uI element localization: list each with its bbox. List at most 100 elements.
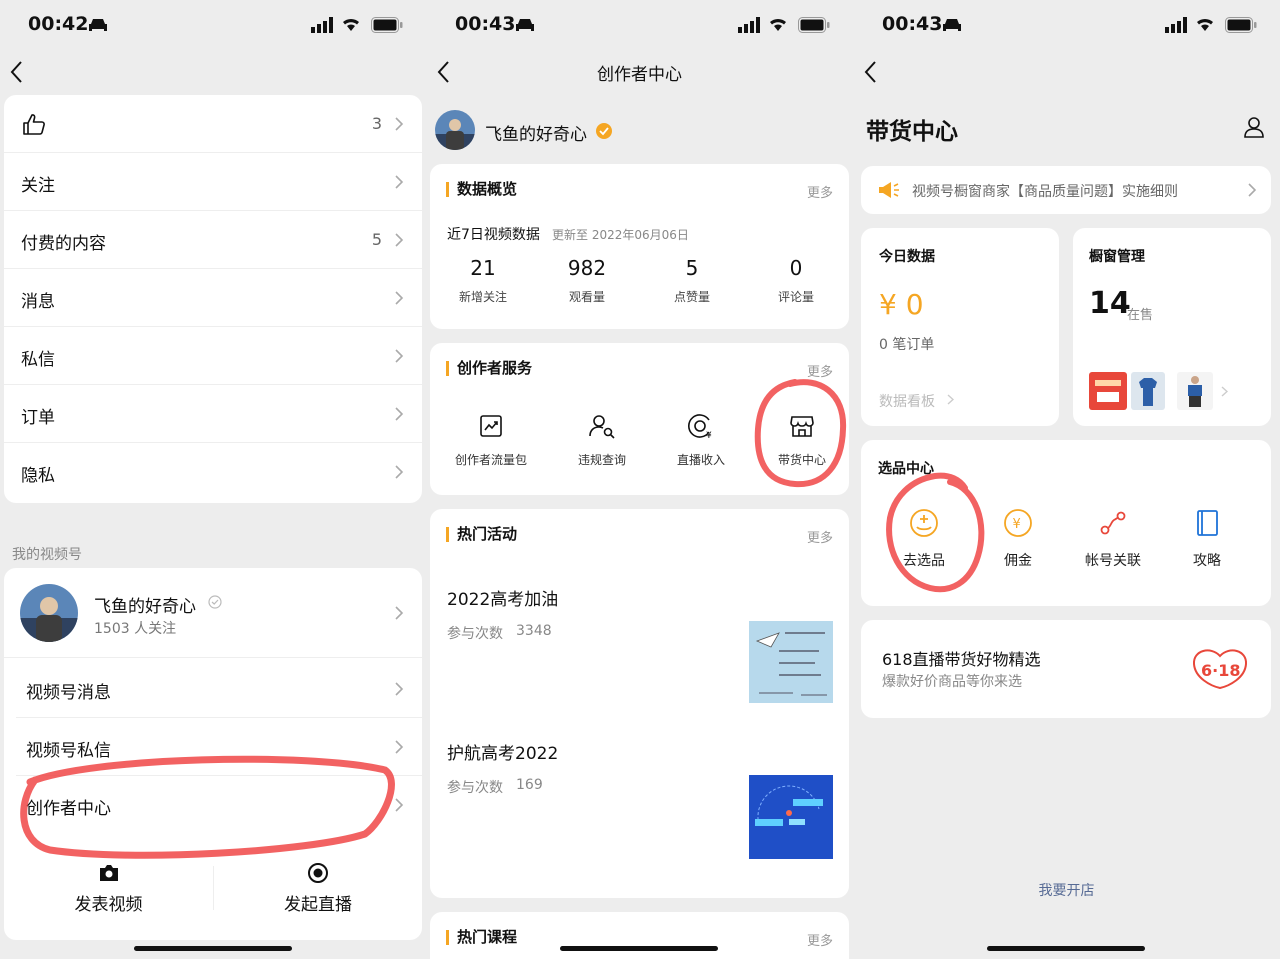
service-label: 违规查询: [577, 453, 626, 467]
chevron-right-icon: [395, 175, 404, 189]
activity-count: 169: [516, 777, 543, 793]
account-link-button[interactable]: 帐号关联: [1068, 508, 1158, 570]
activity-item[interactable]: 2022高考加油 参与次数 3348: [430, 579, 849, 709]
likes-row[interactable]: 3: [4, 95, 422, 153]
window-count: 14: [1089, 286, 1131, 321]
channel-messages-label: 视频号消息: [26, 683, 111, 703]
screen-creator-center: 00:43 创作者中心 飞鱼的好奇心 数据概览 更多 近7日视频数据 更新至 2…: [427, 0, 852, 959]
channel-followers: 1503 人关注: [94, 621, 177, 637]
car-icon: [516, 19, 534, 31]
chevron-right-icon: [395, 291, 404, 305]
guide-label: 攻略: [1193, 553, 1221, 569]
activities-title: 热门活动: [446, 527, 517, 542]
activities-more-link[interactable]: 更多: [807, 527, 833, 546]
stat-label: 评论量: [777, 290, 814, 304]
privacy-row[interactable]: 隐私: [4, 443, 422, 501]
user-search-icon: [589, 415, 615, 439]
stat-label: 新增关注: [458, 290, 507, 304]
promo-banner[interactable]: 618直播带货好物精选 爆款好价商品等你来选 6·18: [861, 620, 1271, 718]
battery-icon: [798, 17, 830, 33]
stat-value: 5: [685, 256, 699, 280]
chevron-right-icon: [1221, 386, 1228, 397]
user-name: 飞鱼的好奇心: [485, 125, 587, 145]
chevron-right-icon: [395, 407, 404, 421]
private-message-label: 私信: [21, 350, 55, 370]
window-management-card[interactable]: 橱窗管理 14 在售: [1073, 228, 1271, 426]
user-header[interactable]: 飞鱼的好奇心: [427, 108, 852, 154]
settings-list: 3 关注 付费的内容 5 消息 私信 订单 隐私: [4, 95, 422, 503]
chevron-right-icon: [395, 798, 404, 812]
open-store-link[interactable]: 我要开店: [854, 880, 1279, 900]
hot-activities-card: 热门活动 更多 2022高考加油 参与次数 3348 护航高考2022 参与次数…: [430, 509, 849, 898]
service-violation-check[interactable]: 违规查询: [552, 411, 652, 468]
privacy-label: 隐私: [21, 466, 55, 486]
avatar: [20, 584, 78, 642]
stat-likes[interactable]: 5 点赞量: [640, 256, 744, 305]
notice-bar[interactable]: 视频号橱窗商家【商品质量问题】实施细则: [861, 166, 1271, 214]
commission-button[interactable]: ¥ 佣金: [973, 508, 1063, 570]
messages-row[interactable]: 消息: [4, 269, 422, 327]
promo-title: 618直播带货好物精选: [882, 650, 1041, 669]
select-product-button[interactable]: 去选品: [879, 508, 969, 570]
post-video-button[interactable]: 发表视频: [4, 858, 213, 918]
product-thumbnail: [1131, 372, 1165, 410]
follow-row[interactable]: 关注: [4, 153, 422, 211]
channel-private-message-row[interactable]: 视频号私信: [16, 718, 422, 776]
stat-value: 0: [789, 256, 803, 280]
stat-views[interactable]: 982 观看量: [535, 256, 639, 305]
svg-text:¥: ¥: [1013, 517, 1021, 532]
guide-book-icon: [1197, 510, 1218, 536]
home-indicator: [560, 946, 718, 951]
back-icon[interactable]: [860, 58, 884, 86]
orders-row[interactable]: 订单: [4, 385, 422, 443]
commission-label: 佣金: [1004, 553, 1032, 569]
service-live-income[interactable]: ¥ 直播收入: [651, 411, 751, 468]
services-title: 创作者服务: [446, 361, 532, 376]
stat-new-follows[interactable]: 21 新增关注: [431, 256, 535, 305]
post-video-label: 发表视频: [74, 895, 143, 915]
service-commerce-center[interactable]: 带货中心: [752, 411, 852, 468]
account-link-label: 帐号关联: [1085, 553, 1141, 569]
activity-name: 护航高考2022: [447, 744, 559, 764]
channel-private-message-label: 视频号私信: [26, 741, 111, 761]
select-product-label: 去选品: [903, 553, 945, 569]
618-logo-icon: 6·18: [1192, 649, 1248, 690]
service-label: 创作者流量包: [454, 453, 527, 467]
today-data-card[interactable]: 今日数据 ¥ 0 0 笔订单 数据看板: [861, 228, 1059, 426]
today-orders: 0 笔订单: [879, 337, 935, 353]
paid-content-row[interactable]: 付费的内容 5: [4, 211, 422, 269]
likes-count: 3: [371, 114, 382, 133]
section-label-my-channel: 我的视频号: [12, 547, 82, 563]
overview-more-link[interactable]: 更多: [807, 182, 833, 201]
chart-up-icon: [480, 415, 502, 437]
overview-subtitle: 近7日视频数据: [447, 227, 540, 243]
svg-text:¥: ¥: [706, 431, 712, 441]
activity-count-label: 参与次数: [447, 780, 503, 796]
screen-profile: 00:42 3 关注 付费的内容 5 消息 私信 订单 隐私 我的视频号 飞鱼的…: [0, 0, 425, 959]
today-data-title: 今日数据: [879, 249, 935, 265]
page-title: 创作者中心: [597, 65, 682, 85]
channel-messages-row[interactable]: 视频号消息: [16, 660, 422, 718]
stat-comments[interactable]: 0 评论量: [744, 256, 848, 305]
start-live-button[interactable]: 发起直播: [214, 858, 422, 918]
stat-value: 982: [567, 256, 607, 280]
channel-profile-row[interactable]: 飞鱼的好奇心 1503 人关注: [4, 568, 422, 658]
wifi-icon: [343, 18, 359, 31]
store-icon: [790, 416, 814, 437]
data-board-link[interactable]: 数据看板: [879, 391, 935, 411]
car-icon: [89, 19, 107, 31]
creator-services-card: 创作者服务 更多 创作者流量包 违规查询 ¥ 直播收入 带货中心: [430, 343, 849, 495]
select-product-icon: [910, 509, 938, 537]
today-amount: ¥ 0: [879, 288, 924, 321]
creator-center-row[interactable]: 创作者中心: [16, 776, 422, 834]
service-traffic-pack[interactable]: 创作者流量包: [441, 411, 541, 468]
private-message-row[interactable]: 私信: [4, 327, 422, 385]
product-thumbnail: [1177, 372, 1213, 410]
hot-courses-card: 热门课程 更多: [430, 912, 849, 959]
back-icon[interactable]: [6, 58, 30, 86]
courses-more-link[interactable]: 更多: [807, 930, 833, 949]
services-more-link[interactable]: 更多: [807, 361, 833, 380]
guide-button[interactable]: 攻略: [1162, 508, 1252, 570]
activity-item[interactable]: 护航高考2022 参与次数 169: [430, 733, 849, 863]
user-icon[interactable]: [1243, 116, 1265, 138]
